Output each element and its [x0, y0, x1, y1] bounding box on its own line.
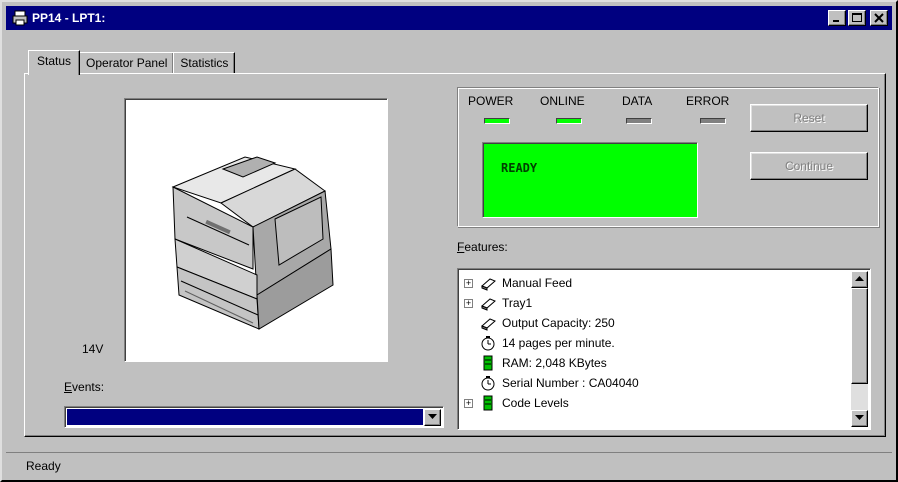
events-selected-value: [67, 409, 423, 425]
feature-item[interactable]: + Code Levels: [464, 393, 569, 413]
events-dropdown[interactable]: [64, 406, 444, 428]
stopwatch-icon: [480, 335, 496, 351]
paper-tray-icon: [480, 315, 496, 331]
expand-icon[interactable]: +: [464, 398, 473, 408]
printer-lcd-display: READY: [482, 142, 698, 218]
feature-item[interactable]: RAM: 2,048 KBytes: [464, 353, 607, 373]
feature-item-label: Tray1: [502, 296, 533, 310]
reset-button[interactable]: Reset: [750, 104, 868, 132]
scroll-up-button[interactable]: [851, 271, 868, 288]
minimize-icon: [833, 20, 839, 22]
led-label-error: ERROR: [686, 94, 730, 108]
scroll-thumb[interactable]: [851, 288, 868, 384]
lcd-text: READY: [501, 161, 538, 175]
close-icon: [874, 13, 884, 23]
feature-item[interactable]: Serial Number : CA04040: [464, 373, 639, 393]
status-text: Ready: [26, 459, 61, 473]
tab-status[interactable]: Status: [28, 50, 81, 75]
tab-statistics[interactable]: Statistics: [173, 52, 236, 74]
arrow-down-icon: [855, 415, 864, 420]
paper-tray-icon: [480, 295, 496, 311]
expand-icon[interactable]: +: [464, 278, 473, 288]
led-label-online: ONLINE: [540, 94, 585, 108]
printer-illustration: [171, 156, 334, 330]
feature-item-label: Manual Feed: [502, 276, 573, 290]
printer-status-window: PP14 - LPT1: Status Operator Panel Stati…: [0, 0, 898, 482]
led-label-data: DATA: [622, 94, 653, 108]
feature-item-label: 14 pages per minute.: [502, 336, 615, 350]
events-dropdown-button[interactable]: [424, 409, 441, 426]
power-led: [484, 118, 510, 124]
online-led: [556, 118, 582, 124]
feature-item-label: Code Levels: [502, 396, 569, 410]
feature-item[interactable]: Output Capacity: 250: [464, 313, 615, 333]
feature-item[interactable]: + Tray1: [464, 293, 532, 313]
feature-item-label: Output Capacity: 250: [502, 316, 615, 330]
tab-strip: Status Operator Panel Statistics: [28, 50, 236, 75]
led-label-power: POWER: [468, 94, 514, 108]
feature-item-label: Serial Number : CA04040: [502, 376, 639, 390]
printer-model-label: 14V: [82, 342, 104, 356]
feature-item-label: RAM: 2,048 KBytes: [502, 356, 607, 370]
paper-tray-icon: [480, 275, 496, 291]
printer-app-icon: [12, 10, 28, 26]
close-button[interactable]: [870, 10, 888, 26]
minimize-button[interactable]: [828, 10, 846, 26]
error-led: [700, 118, 726, 124]
feature-item[interactable]: + Manual Feed: [464, 273, 572, 293]
memory-chip-icon: [480, 395, 496, 411]
features-scrollbar[interactable]: [851, 271, 868, 427]
data-led: [626, 118, 652, 124]
title-bar[interactable]: PP14 - LPT1:: [6, 6, 892, 30]
scroll-down-button[interactable]: [851, 410, 868, 427]
continue-button[interactable]: Continue: [750, 152, 868, 180]
printer-image-panel: [124, 98, 388, 362]
arrow-up-icon: [855, 276, 864, 281]
memory-chip-icon: [480, 355, 496, 371]
events-label: Events:: [64, 380, 105, 394]
tab-operator-panel[interactable]: Operator Panel: [79, 52, 175, 74]
status-bar: Ready: [6, 452, 892, 478]
features-label: Features:: [457, 240, 508, 254]
dropdown-arrow-icon: [428, 414, 437, 419]
maximize-button[interactable]: [848, 10, 866, 26]
expand-icon[interactable]: +: [464, 298, 473, 308]
maximize-icon: [852, 13, 862, 22]
features-tree[interactable]: + Manual Feed + Tray1 Output Capacity: 250 14…: [457, 268, 871, 430]
feature-item[interactable]: 14 pages per minute.: [464, 333, 615, 353]
stopwatch-icon: [480, 375, 496, 391]
window-title: PP14 - LPT1:: [32, 11, 106, 25]
